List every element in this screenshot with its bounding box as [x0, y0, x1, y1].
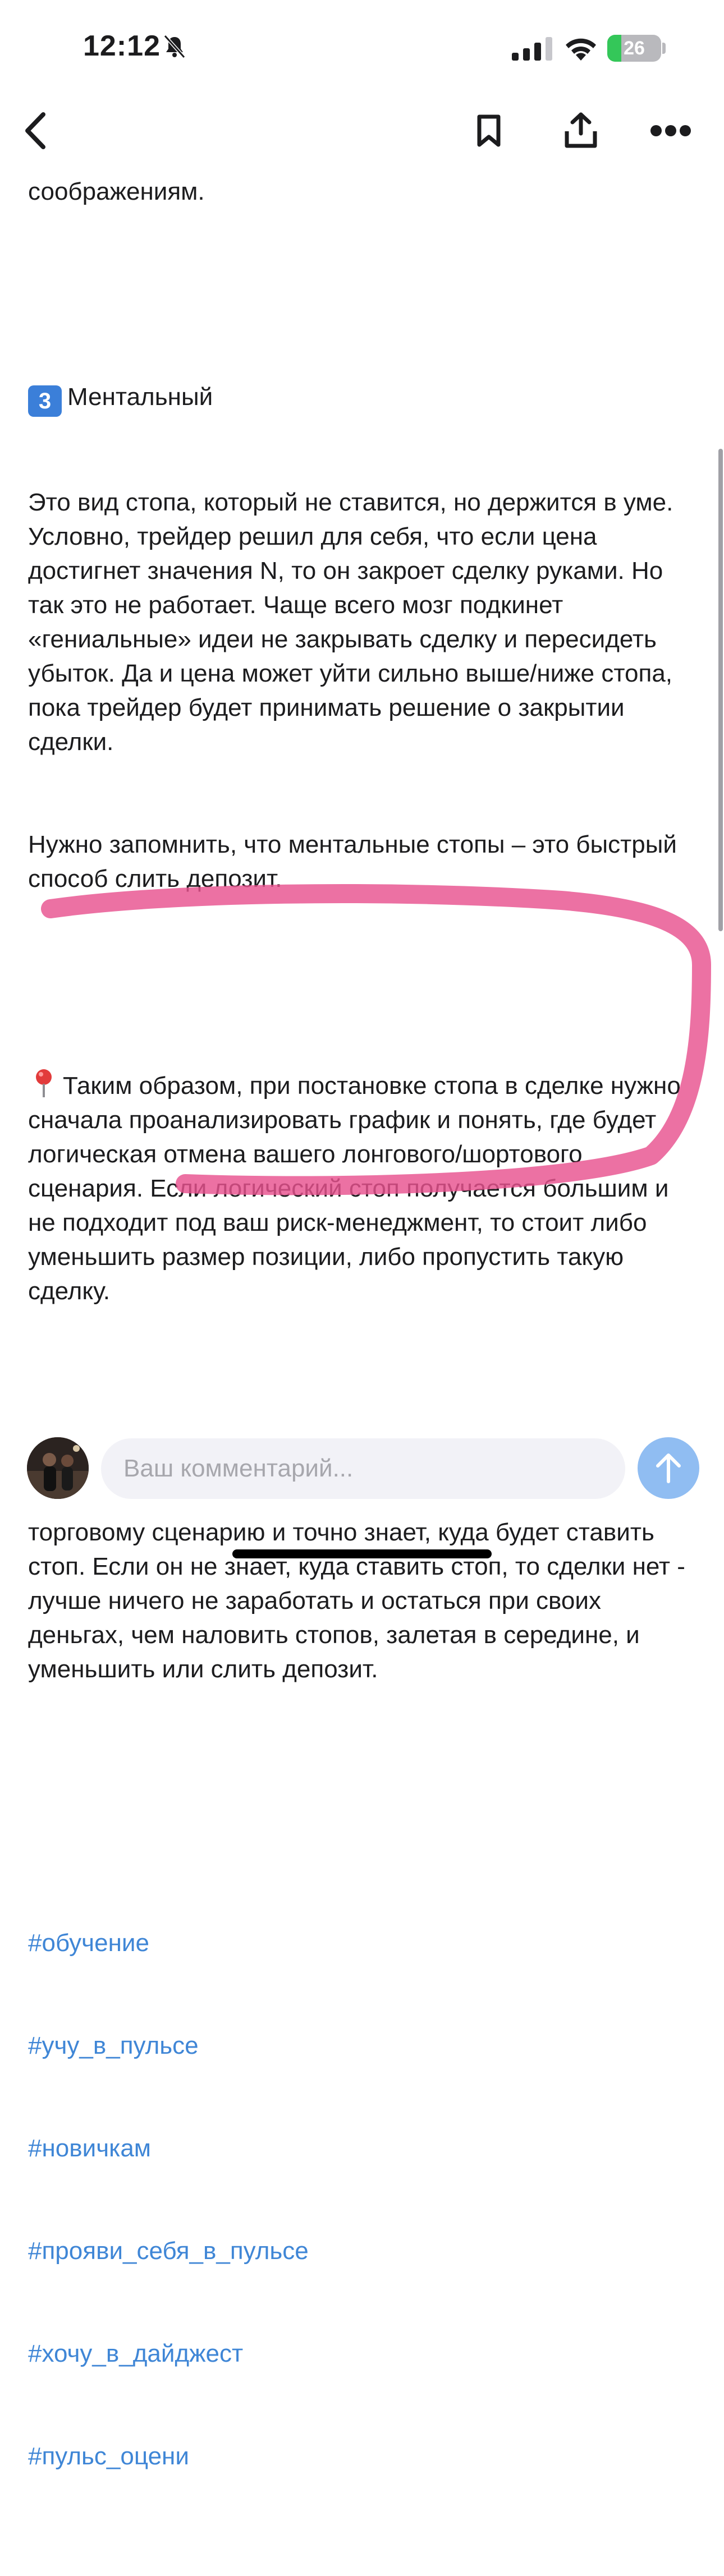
- share-icon: [565, 112, 597, 148]
- scrollbar[interactable]: [718, 449, 723, 931]
- bookmark-icon: [477, 114, 501, 147]
- hashtag-list: #обучение #учу_в_пульсе #новичкам #прояв…: [28, 1857, 702, 2542]
- hashtag-link[interactable]: #хочу_в_дайджест: [28, 2336, 702, 2371]
- bell-muted-icon: [163, 34, 186, 59]
- share-button[interactable]: [556, 105, 606, 156]
- hashtag-link[interactable]: #новичкам: [28, 2131, 702, 2165]
- bookmark-button[interactable]: [464, 105, 514, 156]
- battery-icon: 26: [607, 35, 661, 62]
- paragraph-3-text: Таким образом, при постановке стопа в сд…: [28, 1072, 688, 1305]
- section-title: Ментальный: [67, 383, 213, 411]
- article-paragraph-2: Нужно запомнить, что ментальные стопы – …: [28, 831, 684, 893]
- more-icon: [650, 125, 691, 136]
- hashtag-link[interactable]: #обучение: [28, 1926, 702, 1960]
- article-paragraph-3: Таким образом, при постановке стопа в сд…: [28, 1067, 702, 1308]
- avatar[interactable]: [27, 1437, 89, 1499]
- status-time: 12:12: [83, 30, 161, 62]
- home-indicator[interactable]: [232, 1549, 492, 1558]
- hashtag-link[interactable]: #пульс_оцени: [28, 2439, 702, 2473]
- wifi-icon: [566, 38, 596, 61]
- comment-bar: [0, 1425, 724, 1515]
- hashtag-link[interactable]: #прояви_себя_в_пульсе: [28, 2234, 702, 2268]
- hashtag-link[interactable]: #учу_в_пульсе: [28, 2028, 702, 2063]
- round-pushpin-icon: [36, 1069, 52, 1097]
- article-paragraph-1: Это вид стопа, который не ставится, но д…: [28, 489, 680, 756]
- send-button[interactable]: [638, 1437, 699, 1499]
- section-heading: 3 Ментальный: [28, 380, 702, 417]
- comment-input[interactable]: [101, 1438, 625, 1499]
- chevron-left-icon: [25, 112, 45, 149]
- article-body: соображениям. 3 Ментальный Это вид стопа,…: [28, 126, 702, 2576]
- avatar-image: [27, 1437, 89, 1499]
- back-button[interactable]: [10, 105, 61, 156]
- status-bar: 12:12 26: [0, 0, 724, 95]
- battery-tip: [662, 43, 666, 54]
- cellular-signal-icon: [512, 37, 552, 61]
- battery-fill: [607, 35, 621, 62]
- article-cut-line: соображениям.: [28, 178, 205, 205]
- keycap-number-icon: 3: [28, 385, 62, 417]
- battery-level: 26: [624, 38, 645, 59]
- more-button[interactable]: [645, 105, 696, 156]
- navigation-bar: [0, 95, 724, 163]
- arrow-up-icon: [656, 1453, 681, 1483]
